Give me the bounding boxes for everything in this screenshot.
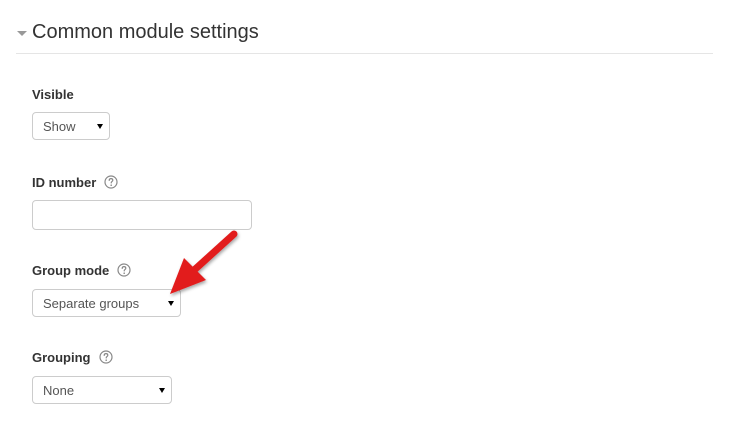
grouping-select-value: None bbox=[43, 382, 75, 398]
caret-down-icon bbox=[97, 124, 103, 129]
red-arrow-icon bbox=[170, 230, 238, 294]
grouping-label-text: Grouping bbox=[32, 349, 91, 365]
id-number-label: ID number bbox=[32, 174, 118, 190]
grouping-select[interactable]: None bbox=[32, 376, 172, 404]
group-mode-label: Group mode bbox=[32, 262, 131, 278]
id-number-label-text: ID number bbox=[32, 174, 97, 190]
group-mode-label-text: Group mode bbox=[32, 262, 110, 278]
section-header-common-module-settings[interactable]: Common module settings bbox=[16, 20, 713, 54]
section-title: Common module settings bbox=[32, 21, 259, 43]
group-mode-select-value: Separate groups bbox=[43, 295, 140, 311]
question-circle-icon[interactable] bbox=[117, 263, 131, 277]
grouping-label: Grouping bbox=[32, 349, 113, 365]
visible-label-text: Visible bbox=[32, 86, 74, 102]
caret-down-icon bbox=[159, 388, 165, 393]
triangle-down-icon[interactable] bbox=[16, 28, 28, 40]
visible-select[interactable]: Show bbox=[32, 112, 110, 140]
question-circle-icon[interactable] bbox=[98, 350, 113, 364]
settings-page: Common module settings Visible Show ID n… bbox=[0, 0, 730, 424]
visible-select-value: Show bbox=[43, 118, 76, 134]
question-circle-icon[interactable] bbox=[104, 175, 118, 189]
visible-label: Visible bbox=[32, 86, 74, 102]
